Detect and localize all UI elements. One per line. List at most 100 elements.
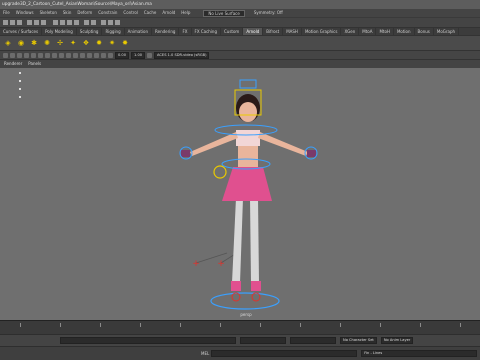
- field-chart-icon[interactable]: [59, 52, 64, 58]
- orient-icon[interactable]: ✦: [68, 38, 78, 48]
- skirt: [222, 167, 272, 201]
- tab-custom[interactable]: Custom: [221, 28, 244, 35]
- tab-fx-caching[interactable]: FX Caching: [192, 28, 221, 35]
- bookmark-icon[interactable]: [17, 52, 22, 58]
- tab-motion[interactable]: Motion: [394, 28, 415, 35]
- left-leg: [232, 198, 243, 283]
- window-title: upgrade3D_2_Cartoon_CuteI_AsianWoman\Sou…: [2, 2, 152, 7]
- skin-icon[interactable]: ✺: [42, 38, 52, 48]
- camera-label: persp: [240, 312, 252, 317]
- command-input[interactable]: [211, 350, 358, 357]
- perspective-viewport[interactable]: + + persp: [0, 68, 480, 320]
- blend-icon[interactable]: ✸: [120, 38, 130, 48]
- tab-rigging[interactable]: Rigging: [102, 28, 125, 35]
- menu-skeleton[interactable]: Skeleton: [37, 9, 60, 17]
- joint-icon[interactable]: ✱: [29, 38, 39, 48]
- ipr-icon[interactable]: ◉: [16, 38, 26, 48]
- symmetry-toggle[interactable]: Symmetry: Off: [251, 9, 286, 17]
- tab-arnold[interactable]: Arnold: [243, 28, 264, 35]
- timeline-tick: [460, 323, 461, 327]
- range-slider-bar[interactable]: [60, 337, 236, 344]
- tab-motion-graphics[interactable]: Motion Graphics: [302, 28, 342, 35]
- tab-mtoh[interactable]: MtoH: [376, 28, 394, 35]
- shelf-tabs: Curves / Surfaces Poly Modeling Sculptin…: [0, 27, 480, 35]
- panel-menu: Renderer Panels: [0, 60, 480, 68]
- smooth-shade-icon[interactable]: [80, 52, 85, 58]
- lights-icon[interactable]: [94, 52, 99, 58]
- menu-help[interactable]: Help: [178, 9, 193, 17]
- tab-mograph[interactable]: MoGraph: [434, 28, 460, 35]
- shadows-icon[interactable]: [101, 52, 106, 58]
- right-foot-control[interactable]: [251, 292, 261, 302]
- timeline-tick: [420, 323, 421, 327]
- viewport-dot: [19, 80, 21, 82]
- command-line: MEL Fin - Lines: [0, 346, 480, 360]
- mirror-icon[interactable]: ❖: [81, 38, 91, 48]
- end-frame-field[interactable]: [290, 337, 336, 344]
- face-ui-control[interactable]: [239, 79, 257, 89]
- menu-windows[interactable]: Windows: [13, 9, 37, 17]
- root-control[interactable]: [210, 292, 280, 310]
- menu-panels[interactable]: Panels: [28, 60, 41, 68]
- far-clip-field[interactable]: 1.00: [131, 51, 146, 59]
- tab-rendering[interactable]: Rendering: [152, 28, 180, 35]
- menu-arnold[interactable]: Arnold: [159, 9, 178, 17]
- halter-top: [236, 130, 260, 146]
- character-set-dropdown[interactable]: No Character Set: [340, 337, 377, 344]
- isolate-icon[interactable]: [147, 52, 153, 58]
- timeline-tick: [380, 323, 381, 327]
- start-frame-field[interactable]: [240, 337, 286, 344]
- tab-bifrost[interactable]: Bifrost: [263, 28, 284, 35]
- tab-curves-surfaces[interactable]: Curves / Surfaces: [0, 28, 43, 35]
- near-clip-field[interactable]: 0.00: [115, 51, 130, 59]
- menu-renderer[interactable]: Renderer: [4, 60, 22, 68]
- xray-icon[interactable]: [108, 52, 113, 58]
- camera-icon[interactable]: [3, 52, 8, 58]
- wireframe-icon[interactable]: [73, 52, 78, 58]
- image-plane-icon[interactable]: [24, 52, 29, 58]
- live-surface-dropdown[interactable]: No Live Surface: [203, 9, 245, 17]
- resolution-gate-icon[interactable]: [45, 52, 50, 58]
- tab-fx[interactable]: FX: [179, 28, 192, 35]
- grid-icon[interactable]: [31, 52, 36, 58]
- ik-handle-icon[interactable]: ✢: [55, 38, 65, 48]
- menu-control[interactable]: Control: [120, 9, 140, 17]
- film-gate-icon[interactable]: [38, 52, 43, 58]
- menu-constrain[interactable]: Constrain: [95, 9, 120, 17]
- tab-sculpting[interactable]: Sculpting: [77, 28, 103, 35]
- command-language[interactable]: MEL: [199, 351, 211, 356]
- time-slider[interactable]: [0, 320, 480, 334]
- face: [239, 102, 257, 122]
- menu-file[interactable]: File: [0, 9, 13, 17]
- timeline-tick: [20, 323, 21, 327]
- window-title-bar: upgrade3D_2_Cartoon_CuteI_AsianWoman\Sou…: [0, 0, 480, 9]
- right-shoe: [251, 281, 261, 291]
- menu-deform[interactable]: Deform: [74, 9, 95, 17]
- render-view-icon[interactable]: ◈: [3, 38, 13, 48]
- knee-control-left[interactable]: +: [192, 259, 200, 269]
- tab-poly-modeling[interactable]: Poly Modeling: [42, 28, 77, 35]
- lattice-icon[interactable]: ✷: [107, 38, 117, 48]
- left-foot-control[interactable]: [231, 292, 241, 302]
- camera-attr-icon[interactable]: [10, 52, 15, 58]
- anim-layer-dropdown[interactable]: No Anim Layer: [380, 337, 414, 344]
- tab-mash[interactable]: MASH: [283, 28, 302, 35]
- color-space-dropdown[interactable]: ACES 1.0 SDR-video (sRGB): [154, 51, 210, 59]
- tab-mtoa[interactable]: MtoA: [359, 28, 377, 35]
- tab-bonus[interactable]: Bonus: [415, 28, 434, 35]
- safe-action-icon[interactable]: [66, 52, 71, 58]
- gate-mask-icon[interactable]: [52, 52, 57, 58]
- torso: [238, 145, 258, 167]
- knee-control-right[interactable]: +: [217, 259, 225, 269]
- menu-skin[interactable]: Skin: [60, 9, 75, 17]
- textured-icon[interactable]: [87, 52, 92, 58]
- cluster-icon[interactable]: ✹: [94, 38, 104, 48]
- viewport-dot: [19, 96, 21, 98]
- range-slider: No Character Set No Anim Layer: [0, 334, 480, 346]
- tab-xgen[interactable]: XGen: [341, 28, 360, 35]
- timeline-tick: [260, 323, 261, 327]
- cog-control[interactable]: [213, 165, 227, 179]
- character-rig[interactable]: + + persp: [0, 68, 480, 320]
- menu-cache[interactable]: Cache: [141, 9, 159, 17]
- tab-animation[interactable]: Animation: [125, 28, 153, 35]
